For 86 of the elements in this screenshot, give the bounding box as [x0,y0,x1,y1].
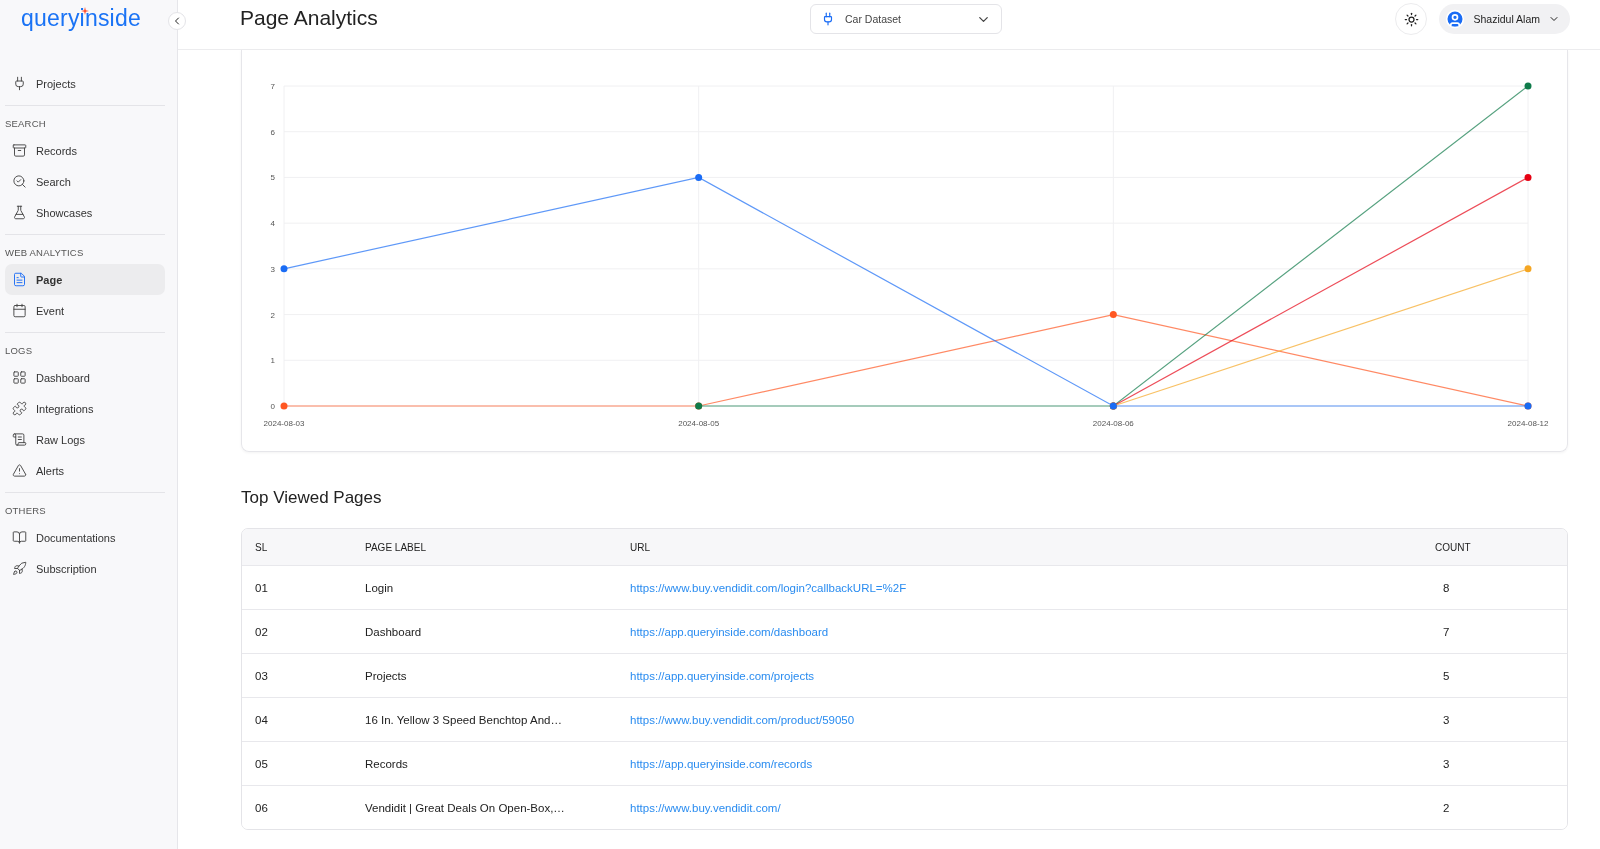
sun-icon [1403,11,1419,27]
table-cell-text: Records [365,757,409,770]
sidebar-item[interactable]: Subscription [5,553,165,584]
x-tick-label: 2024-08-06 [1092,419,1134,428]
section-heading: Top Viewed Pages [241,488,383,508]
table-cell-text: 2 [1442,801,1451,814]
sidebar-item[interactable]: Projects [5,68,165,99]
avatar-icon [1445,9,1466,29]
sidebar-item-icon [12,272,27,287]
table-cell-text: 16 In. Yellow 3 Speed Benchtop And… [365,713,563,726]
table-cell-text: 05 [255,757,269,770]
y-tick-label: 2 [270,310,275,320]
table-cell-text: 3 [1442,757,1451,770]
logo: queryinside [21,5,141,33]
url-link[interactable]: https://www.buy.vendidit.com/ [630,801,781,814]
column-header: URL [630,541,651,553]
sidebar-item-icon [12,205,27,220]
table-cell-text: Projects [365,669,408,682]
section-title: WEB ANALYTICS [5,246,85,260]
y-tick-label: 0 [270,402,275,411]
url-link[interactable]: https://www.buy.vendidit.com/product/59050 [630,713,855,726]
y-tick-label: 6 [270,127,275,137]
section-title: OTHERS [5,504,47,518]
collapse-button[interactable] [168,12,186,30]
sidebar-item[interactable]: Dashboard [5,362,165,393]
table-cell-text: 02 [255,625,269,638]
url-link[interactable]: https://app.queryinside.com/records [630,757,813,770]
table-cell-text: 5 [1442,669,1451,682]
sidebar-item-icon [12,561,27,576]
y-tick-label: 3 [270,264,275,274]
data-point [1524,265,1532,273]
table-cell-text: 01 [255,581,269,594]
column-header: PAGE LABEL [365,541,427,553]
sidebar-item-icon [12,370,27,385]
sidebar-item-icon [12,174,27,189]
sidebar-item[interactable]: Records [5,135,165,166]
sidebar-item[interactable]: Search [5,166,165,197]
sidebar-item[interactable]: Integrations [5,393,165,424]
theme-toggle-button[interactable] [1395,3,1428,35]
table-cell-text: 3 [1442,713,1451,726]
data-point [1524,173,1532,181]
sidebar-item[interactable]: Event [5,295,165,326]
plug-icon [821,12,835,26]
table-cell-text: 04 [255,713,269,726]
dataset-select[interactable]: Car Dataset [810,4,1002,34]
table-cell-text: Dashboard [365,625,423,638]
y-tick-label: 5 [270,173,275,183]
star-icon [81,7,90,15]
sidebar-item-icon [12,530,27,545]
table-cell-text: Login [365,581,395,594]
column-header: SL [255,541,269,553]
sidebar-item-icon [12,76,27,91]
x-tick-label: 2024-08-03 [263,419,305,428]
data-point [1109,311,1117,319]
data-point [695,173,703,181]
table-cell-text: 03 [255,669,269,682]
y-tick-label: 1 [270,356,275,366]
sidebar-item[interactable]: Showcases [5,197,165,228]
section-title: SEARCH [5,117,47,131]
url-link[interactable]: https://app.queryinside.com/projects [630,669,815,682]
page-title: Page Analytics [240,5,379,30]
sidebar-item-icon [12,463,27,478]
sidebar-item-icon [12,432,27,447]
table-cell-text: Vendidit | Great Deals On Open-Box,… [365,801,566,814]
data-point [1524,82,1532,90]
x-tick-label: 2024-08-12 [1507,419,1549,428]
y-tick-label: 4 [270,219,275,229]
user-menu-button[interactable]: Shazidul Alam [1439,4,1570,34]
data-point [280,265,288,273]
sidebar-item-icon [12,303,27,318]
sidebar-item[interactable]: Page [5,264,165,295]
table-cell-text: 7 [1442,625,1451,638]
section-title: LOGS [5,344,34,358]
column-header: COUNT [1434,541,1472,553]
sidebar-item[interactable]: Raw Logs [5,424,165,455]
url-link[interactable]: https://app.queryinside.com/dashboard [630,625,829,638]
table-cell-text: 8 [1442,581,1451,594]
url-link[interactable]: https://www.buy.vendidit.com/login?callbackURL=%2F [630,581,907,594]
y-tick-label: 7 [270,82,275,91]
sidebar-item-icon [12,143,27,158]
table-cell-text: 06 [255,801,269,814]
data-point [280,402,288,410]
sidebar-item-icon [12,401,27,416]
sidebar-item[interactable]: Alerts [5,455,165,486]
sidebar-item[interactable]: Documentations [5,522,165,553]
x-tick-label: 2024-08-05 [678,419,720,428]
